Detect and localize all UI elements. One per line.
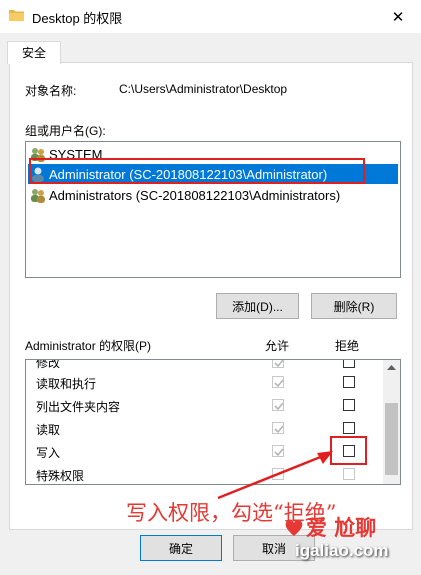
list-item-label: Administrators (SC-201808122103\Administ… [49,187,341,203]
allow-checkbox [272,376,284,388]
object-name-label: 对象名称: [25,84,77,98]
permission-name: 读取和执行 [36,377,97,391]
scrollbar-thumb[interactable] [385,403,398,475]
permissions-title: Administrator 的权限(P) [25,339,152,353]
permission-name: 特殊权限 [36,469,85,483]
table-row: 列出文件夹内容 [26,394,382,417]
deny-checkbox [343,468,355,480]
deny-checkbox[interactable] [343,422,355,434]
deny-checkbox[interactable] [343,360,355,368]
watermark-url: igaliao.com [295,541,389,560]
object-name-value: C:\Users\Administrator\Desktop [119,82,288,96]
title-bar: Desktop 的权限 ✕ [0,0,421,33]
watermark-brand: 爱 尬聊 [306,516,377,540]
list-item[interactable]: Administrators (SC-201808122103\Administ… [28,185,398,205]
allow-checkbox [272,399,284,411]
permission-name: 列出文件夹内容 [36,400,121,414]
allow-checkbox [272,422,284,434]
close-button[interactable]: ✕ [375,0,421,33]
permissions-table[interactable]: 修改 读取和执行 列出文件夹内容 读取 写入 特殊权限 [25,359,401,485]
deny-checkbox[interactable] [343,399,355,411]
permission-name: 修改 [36,359,61,370]
permission-name: 写入 [36,446,61,460]
close-icon: ✕ [391,8,405,26]
scroll-up-icon[interactable] [387,364,396,370]
tab-security[interactable]: 安全 [7,41,61,64]
folder-icon [9,10,24,21]
scrollbar[interactable] [383,360,400,484]
window-title: Desktop 的权限 [32,11,123,26]
watermark: 爱 尬聊 igaliao.com [283,512,413,570]
group-icon [31,189,45,203]
remove-button[interactable]: 删除(R) [311,293,397,319]
selection-highlight-box [29,158,365,184]
deny-checkbox[interactable] [343,376,355,388]
deny-column-label: 拒绝 [335,339,360,353]
table-row: 读取 [26,417,382,440]
watermark-logo-icon [285,519,303,536]
permissions-header: Administrator 的权限(P) 允许 拒绝 [25,337,399,353]
permission-name: 读取 [36,423,61,437]
table-row: 读取和执行 [26,371,382,394]
annotation-arrow-icon [217,451,333,500]
add-button[interactable]: 添加(D)... [216,293,299,319]
users-label: 组或用户名(G): [25,124,106,138]
allow-checkbox [272,360,284,368]
allow-column-label: 允许 [265,339,290,353]
ok-button[interactable]: 确定 [140,535,222,561]
